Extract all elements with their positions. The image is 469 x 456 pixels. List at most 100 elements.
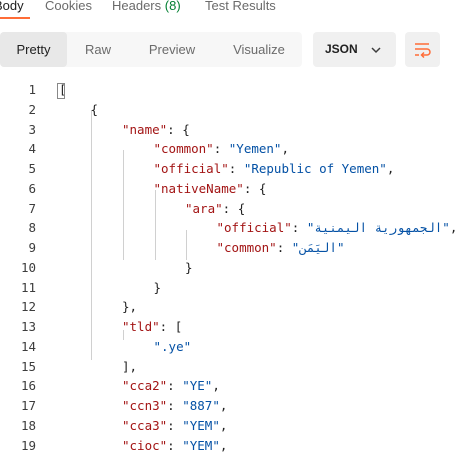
json-string: "اليَمَن" (291, 240, 345, 255)
json-key: "official" (153, 161, 229, 176)
code-line: 16 "cca2": "YE", (0, 376, 469, 396)
code-text: "cca2": "YE", (122, 378, 220, 393)
line-number: 15 (20, 358, 36, 374)
json-key: "name" (122, 121, 168, 137)
view-mode-pretty-button[interactable]: Pretty (0, 32, 67, 67)
json-punctuation: , (212, 378, 220, 394)
code-line: 1[ (0, 80, 469, 100)
tab-body[interactable]: Body (0, 0, 24, 13)
view-mode-visualize-button[interactable]: Visualize (220, 32, 298, 67)
json-punctuation: : { (243, 180, 267, 196)
response-body-editor[interactable]: 1[2{3 "name": {4 "common": "Yemen", 5 "offic… (0, 80, 469, 453)
format-select[interactable]: JSON (313, 32, 396, 67)
code-line: 3 "name": { (0, 120, 469, 140)
json-punctuation: : { (167, 121, 190, 137)
json-string: "YE" (182, 378, 213, 394)
headers-count-badge: (8) (164, 0, 181, 13)
json-punctuation: : (167, 378, 183, 394)
code-line: 4 "common": "Yemen", (0, 139, 469, 159)
line-number: 19 (20, 437, 36, 453)
json-string: "Republic of Yemen" (243, 161, 387, 176)
line-number: 10 (20, 259, 36, 275)
json-punctuation: : (291, 220, 307, 236)
response-toolbar: Pretty Raw Preview Visualize JSON (0, 32, 469, 68)
line-number: 8 (28, 220, 36, 236)
json-punctuation: ], (122, 358, 138, 374)
json-punctuation: : [ (159, 319, 183, 334)
json-punctuation: : (228, 161, 244, 176)
code-line: 10} (0, 258, 469, 278)
json-punctuation: : { (222, 200, 246, 216)
json-key: "nativeName" (153, 180, 244, 196)
code-text: "common": "Yemen", (154, 141, 290, 156)
tab-test-results[interactable]: Test Results (205, 0, 276, 13)
view-mode-preview-button[interactable]: Preview (134, 32, 210, 67)
view-mode-raw-button[interactable]: Raw (72, 32, 124, 67)
json-punctuation: , (449, 220, 458, 236)
code-line: 12}, (0, 297, 469, 317)
json-key: "official" (216, 220, 292, 236)
response-tabs: Body Cookies Headers (8) Test Results (0, 0, 469, 20)
json-key: "common" (153, 141, 214, 157)
line-number: 1 (28, 82, 36, 97)
code-text: "cioc": "YEM", (122, 438, 227, 453)
code-text: "tld": [ (122, 319, 182, 334)
json-punctuation: { (90, 101, 99, 117)
line-number: 16 (20, 378, 36, 394)
json-string: "887" (182, 398, 220, 413)
json-key: "cioc" (122, 437, 168, 453)
line-number: 11 (20, 279, 36, 295)
json-punctuation: , (219, 398, 228, 413)
line-number: 4 (28, 141, 36, 157)
code-line: 2{ (0, 100, 469, 120)
code-line: 7 "ara": { (0, 199, 469, 219)
json-string: "الجمهورية اليمنية" (306, 220, 450, 236)
json-key: "common" (216, 240, 277, 255)
line-number: 12 (20, 299, 36, 315)
code-line: 9 "common": "اليَمَن" (0, 238, 469, 258)
json-key: "tld" (122, 319, 160, 334)
line-number: 17 (20, 398, 36, 413)
json-punctuation: : (213, 141, 229, 157)
line-number: 3 (28, 121, 36, 137)
code-line: 14 ".ye" (0, 337, 469, 357)
json-punctuation: } (185, 259, 193, 275)
code-line: 8 "official": "الجمهورية اليمنية", (0, 218, 469, 238)
tab-headers[interactable]: Headers (8) (112, 0, 181, 13)
chevron-down-icon (371, 47, 381, 54)
code-text: "official": "الجمهورية اليمنية", (217, 220, 458, 235)
code-text: ".ye" (154, 339, 192, 354)
json-punctuation: : (167, 437, 183, 453)
code-line: 13 "tld": [ (0, 317, 469, 337)
code-line: 5 "official": "Republic of Yemen", (0, 159, 469, 179)
tab-headers-label: Headers (112, 0, 162, 13)
code-text: "cca3": "YEM", (122, 418, 227, 433)
code-text: "ccn3": "887", (122, 398, 227, 413)
json-punctuation: , (219, 437, 228, 453)
code-text: } (154, 280, 162, 295)
code-text: ], (122, 359, 137, 374)
code-line: 15], (0, 357, 469, 377)
code-text: "nativeName": { (154, 181, 267, 196)
tab-cookies[interactable]: Cookies (45, 0, 92, 13)
code-text: { (91, 102, 99, 117)
bracket-match-highlight (57, 83, 65, 99)
code-line: 18 "cca3": "YEM", (0, 416, 469, 436)
wrap-lines-icon (415, 43, 431, 58)
json-key: "ccn3" (122, 398, 168, 413)
json-string: ".ye" (153, 338, 192, 354)
code-text: }, (122, 299, 137, 314)
code-line: 19 "cioc": "YEM", (0, 436, 469, 456)
view-mode-switcher: Pretty Raw Preview Visualize (0, 32, 302, 67)
code-text: "official": "Republic of Yemen", (154, 161, 395, 176)
json-punctuation: , (281, 141, 289, 157)
json-punctuation: }, (122, 299, 138, 315)
json-string: "Yemen" (228, 141, 282, 157)
json-key: "cca2" (122, 378, 168, 394)
wrap-lines-button[interactable] (405, 32, 440, 67)
json-key: "cca3" (122, 417, 168, 433)
json-punctuation: } (153, 279, 162, 295)
line-number: 9 (28, 240, 36, 255)
code-text: "ara": { (185, 201, 245, 216)
format-select-value: JSON (325, 42, 358, 56)
